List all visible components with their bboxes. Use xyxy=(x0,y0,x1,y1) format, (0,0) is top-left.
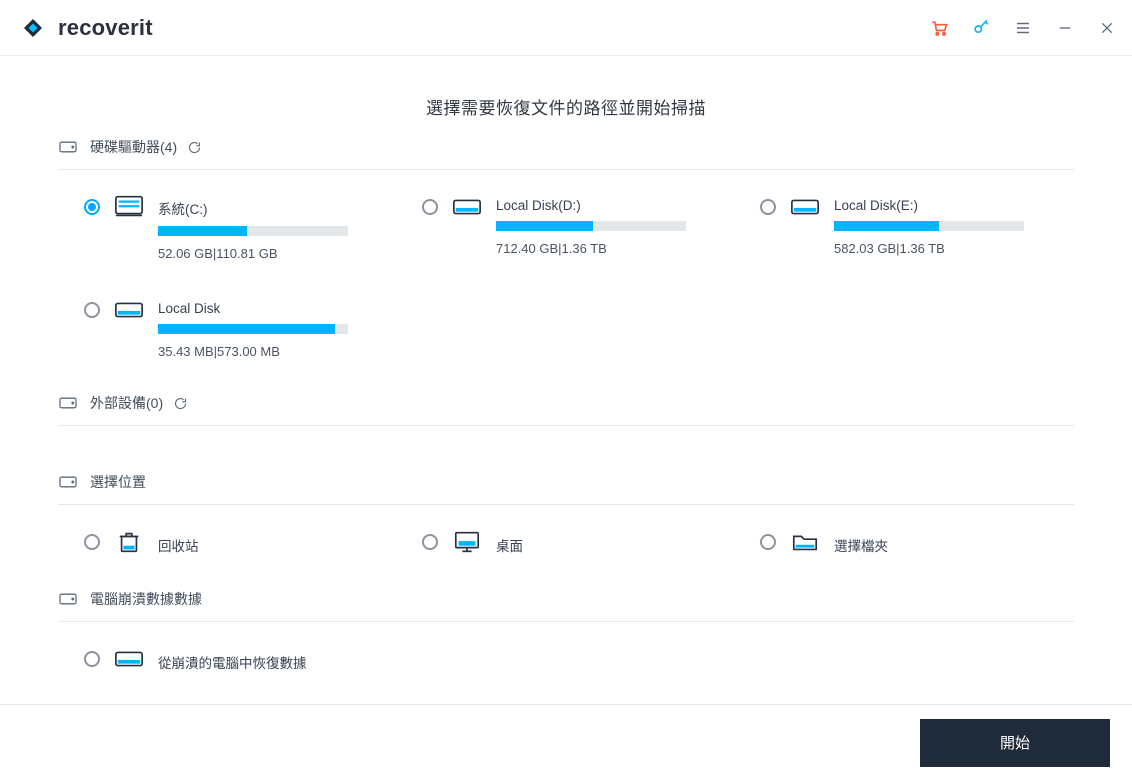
hard-drives-grid: 系統(C:) 52.06 GB|110.81 GB Local Disk(D:)… xyxy=(58,194,1074,359)
external-section-icon xyxy=(58,395,78,411)
drive-progress xyxy=(496,221,686,231)
section-hard-drives: 硬碟驅動器(4) 系統(C:) 52.06 GB|110. xyxy=(58,137,1074,359)
titlebar: recoverit xyxy=(0,0,1132,56)
drive-label: 系統(C:) xyxy=(158,198,398,218)
drive-item-d[interactable]: Local Disk(D:) 712.40 GB|1.36 TB xyxy=(422,194,736,261)
section-header-crash: 電腦崩潰數據數據 xyxy=(58,589,1074,622)
refresh-icon[interactable] xyxy=(173,395,189,411)
drive-label: Local Disk(E:) xyxy=(834,198,1074,213)
section-header-locations: 選擇位置 xyxy=(58,472,1074,505)
crash-recover-item[interactable]: 從崩潰的電腦中恢復數據 xyxy=(84,646,1074,672)
radio-desktop[interactable] xyxy=(422,534,438,550)
drive-icon xyxy=(790,194,820,220)
radio-drive-d[interactable] xyxy=(422,199,438,215)
drive-section-icon xyxy=(58,139,78,155)
brand-logo-icon xyxy=(18,13,48,43)
location-label: 選擇檔夾 xyxy=(834,535,1074,555)
drive-progress xyxy=(158,226,348,236)
drive-label: Local Disk(D:) xyxy=(496,198,736,213)
drive-icon xyxy=(114,646,144,672)
location-body: 選擇檔夾 xyxy=(834,529,1074,555)
drive-stats: 52.06 GB|110.81 GB xyxy=(158,246,398,261)
drive-stats: 35.43 MB|573.00 MB xyxy=(158,344,398,359)
section-external: 外部設備(0) xyxy=(58,393,1074,426)
crash-label: 從崩潰的電腦中恢復數據 xyxy=(158,652,1074,672)
menu-icon[interactable] xyxy=(1012,17,1034,39)
minimize-icon[interactable] xyxy=(1054,17,1076,39)
crash-section-icon xyxy=(58,591,78,607)
brand-name: recoverit xyxy=(58,15,153,41)
location-choose-folder[interactable]: 選擇檔夾 xyxy=(760,529,1074,555)
radio-drive-c[interactable] xyxy=(84,199,100,215)
recycle-bin-icon xyxy=(114,529,144,555)
location-desktop[interactable]: 桌面 xyxy=(422,529,736,555)
crash-grid: 從崩潰的電腦中恢復數據 xyxy=(58,646,1074,672)
location-label: 桌面 xyxy=(496,535,736,555)
drive-icon xyxy=(114,297,144,323)
drive-item-c[interactable]: 系統(C:) 52.06 GB|110.81 GB xyxy=(84,194,398,261)
drive-item-local[interactable]: Local Disk 35.43 MB|573.00 MB xyxy=(84,297,398,359)
section-title: 選擇位置 xyxy=(90,472,146,492)
drive-body: 系統(C:) 52.06 GB|110.81 GB xyxy=(158,194,398,261)
location-body: 回收站 xyxy=(158,529,398,555)
radio-drive-e[interactable] xyxy=(760,199,776,215)
section-header-hard-drives: 硬碟驅動器(4) xyxy=(58,137,1074,170)
location-label: 回收站 xyxy=(158,535,398,555)
system-drive-icon xyxy=(114,194,144,220)
radio-drive-local[interactable] xyxy=(84,302,100,318)
drive-stats: 582.03 GB|1.36 TB xyxy=(834,241,1074,256)
desktop-icon xyxy=(452,529,482,555)
drive-progress xyxy=(158,324,348,334)
locations-grid: 回收站 桌面 xyxy=(58,529,1074,555)
section-locations: 選擇位置 回收站 xyxy=(58,472,1074,555)
footer: 開始 xyxy=(0,704,1132,780)
main-content: 選擇需要恢復文件的路徑並開始掃描 硬碟驅動器(4) xyxy=(0,94,1132,672)
drive-body: Local Disk(E:) 582.03 GB|1.36 TB xyxy=(834,194,1074,256)
section-crash: 電腦崩潰數據數據 從崩潰的電腦中恢復數據 xyxy=(58,589,1074,672)
folder-icon xyxy=(790,529,820,555)
window-controls xyxy=(928,17,1118,39)
key-icon[interactable] xyxy=(970,17,992,39)
drive-body: Local Disk(D:) 712.40 GB|1.36 TB xyxy=(496,194,736,256)
cart-icon[interactable] xyxy=(928,17,950,39)
radio-crash-recover[interactable] xyxy=(84,651,100,667)
crash-body: 從崩潰的電腦中恢復數據 xyxy=(158,646,1074,672)
drive-item-e[interactable]: Local Disk(E:) 582.03 GB|1.36 TB xyxy=(760,194,1074,261)
close-icon[interactable] xyxy=(1096,17,1118,39)
section-header-external: 外部設備(0) xyxy=(58,393,1074,426)
brand: recoverit xyxy=(18,13,153,43)
drive-icon xyxy=(452,194,482,220)
radio-choose-folder[interactable] xyxy=(760,534,776,550)
location-section-icon xyxy=(58,474,78,490)
drive-label: Local Disk xyxy=(158,301,398,316)
location-recycle-bin[interactable]: 回收站 xyxy=(84,529,398,555)
drive-progress xyxy=(834,221,1024,231)
page-title: 選擇需要恢復文件的路徑並開始掃描 xyxy=(58,94,1074,119)
drive-body: Local Disk 35.43 MB|573.00 MB xyxy=(158,297,398,359)
drive-stats: 712.40 GB|1.36 TB xyxy=(496,241,736,256)
start-button[interactable]: 開始 xyxy=(920,719,1110,767)
location-body: 桌面 xyxy=(496,529,736,555)
section-title: 電腦崩潰數據數據 xyxy=(90,589,202,609)
section-title: 硬碟驅動器(4) xyxy=(90,137,177,157)
section-title: 外部設備(0) xyxy=(90,393,163,413)
refresh-icon[interactable] xyxy=(187,139,203,155)
radio-recycle-bin[interactable] xyxy=(84,534,100,550)
